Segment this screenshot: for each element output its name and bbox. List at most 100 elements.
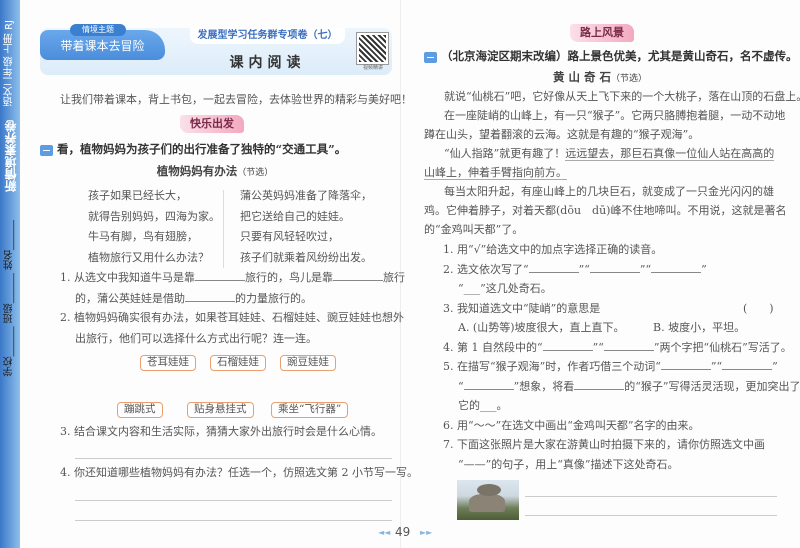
question-text: ”想象，将看	[513, 379, 575, 393]
question-line: 7. 下面这张照片是大家在游黄山时拍摄下来的，请你仿照选文中画	[443, 438, 765, 451]
question-text: 旅行	[383, 271, 405, 284]
qr-code-icon[interactable]	[356, 32, 389, 65]
question-line: 1. 从选文中我知道牛马是靠 旅行的，鸟儿是靠 旅行	[60, 268, 405, 289]
fill-in-blank[interactable]	[722, 358, 773, 370]
series-title: 发展型学习任务群专项卷（七）	[190, 28, 345, 44]
section-two-heading: （北京海淀区期末改编）路上景色优美，尤其是黄山奇石，名不虚传。	[424, 48, 798, 64]
fill-in-blank[interactable]	[333, 269, 383, 281]
question-text: 1. 从选文中我知道牛马是靠	[60, 271, 195, 284]
left-question-4: 4. 你还知道哪些植物妈妈有办法？任选一个，仿照选文第 2 小节写一写。	[60, 466, 418, 479]
poem-line: 孩子们就乘着风纷纷出发。	[240, 250, 372, 264]
option-b[interactable]: B. 坡度小，平坦。	[653, 318, 745, 338]
poem-line: 孩子如果已经长大，	[88, 189, 187, 202]
intro-text: 让我们带着课本，背上书包，一起去冒险，去体验世界的精彩与美好吧！	[60, 93, 412, 106]
fill-in-blank[interactable]	[185, 290, 235, 302]
left-question-3: 3. 结合课文内容和生活实际，猜猜大家外出旅行时会是什么心情。	[60, 425, 382, 438]
question-line: “——”的句子，用上“真像”描述下这处奇石。	[458, 457, 679, 471]
section-two-text: （北京海淀区期末改编）路上景色优美，尤其是黄山奇石，名不虚传。	[441, 49, 798, 63]
question-text: 旅行的，鸟儿是靠	[245, 271, 333, 284]
question-line: 2. 植物妈妈确实很有办法，如果苍耳娃娃、石榴娃娃、豌豆娃娃也想外	[60, 311, 404, 324]
spine-fields: 学校______ 班级______ 姓名______	[4, 220, 15, 377]
book-spine: 语文二年级 上册 RJ 新情境素养卷 学校______ 班级______ 姓名_…	[0, 0, 20, 548]
spine-subject: 语文二年级 上册 RJ	[4, 20, 15, 107]
answer-line[interactable]	[75, 500, 392, 501]
question-text: 5. 在描写“猴子观海”时，作者巧借三个动词“	[443, 360, 661, 373]
fill-in-blank[interactable]	[542, 339, 593, 351]
fill-in-blank[interactable]	[651, 261, 702, 273]
fill-in-blank[interactable]	[528, 261, 579, 273]
paragraph-line: 就说“仙桃石”吧，它好像从天上飞下来的一个大桃子，落在山顶的石盘上。	[444, 90, 800, 103]
answer-line[interactable]	[75, 520, 392, 521]
match-item-pomegranate[interactable]: 石榴娃娃	[210, 355, 266, 371]
poem-line: 就得告别妈妈，四海为家。	[88, 209, 220, 223]
question-text: ”“	[639, 262, 652, 276]
poem-line: 牛马有脚，鸟有翅膀，	[88, 230, 198, 243]
match-method-jumping[interactable]: 蹦跳式	[117, 402, 163, 418]
qr-caption: 视频精讲	[362, 65, 383, 71]
fill-in-blank[interactable]	[589, 261, 640, 273]
fill-in-blank[interactable]	[574, 378, 625, 390]
answer-line[interactable]	[75, 458, 392, 459]
page-number: 49	[395, 525, 411, 539]
question-text: 2. 选文依次写了“	[443, 262, 529, 276]
question-line: 出旅行，他们可以选择什么方式出行呢？连一连。	[75, 331, 317, 345]
left-question-2: 2. 植物妈妈确实很有办法，如果苍耳娃娃、石榴娃娃、豌豆娃娃也想外 出旅行，他们…	[60, 308, 404, 349]
match-method-hanging[interactable]: 贴身悬挂式	[187, 402, 254, 418]
answer-parentheses[interactable]: ( )	[743, 299, 774, 319]
spine-series: 新情境素养卷	[4, 120, 18, 192]
question-text: 3. 我知道选文中“陡峭”的意思是	[443, 301, 601, 315]
section-one-text: 看，植物妈妈为孩子们的出行准备了独特的“交通工具”。	[57, 142, 347, 156]
prev-page-arrow-icon: ◄◄	[378, 528, 391, 537]
poem-left-column: 孩子如果已经长大， 就得告别妈妈，四海为家。 牛马有脚，鸟有翅膀， 植物旅行又用…	[88, 186, 220, 268]
question-text: 的力量旅行的。	[235, 291, 312, 305]
fill-in-blank[interactable]	[660, 358, 711, 370]
poem-right-column: 蒲公英妈妈准备了降落伞， 把它送给自己的娃娃。 只要有风轻轻吹过， 孩子们就乘着…	[240, 186, 372, 268]
paragraph-text: “仙人指路”就更有趣了！	[444, 147, 566, 160]
match-item-pea[interactable]: 豌豆娃娃	[280, 355, 336, 371]
poem-line: 蒲公英妈妈准备了降落伞，	[240, 189, 372, 202]
poem-line: 植物旅行又用什么办法？	[88, 250, 209, 264]
passage-title: 黄 山 奇 石（节选）	[400, 69, 800, 85]
answer-line[interactable]	[525, 496, 777, 497]
paragraph-line: 每当太阳升起，有座山峰上的几块巨石，就变成了一只金光闪闪的雄	[444, 185, 774, 198]
question-line: 6. 用“～～”在选文中画出“金鸡叫天都”名字的由来。	[443, 418, 700, 432]
answer-line[interactable]	[525, 515, 777, 516]
poem-title-text: 植物妈妈有办法	[156, 164, 238, 178]
fill-in-blank[interactable]	[195, 269, 245, 281]
passage-title-text: 黄 山 奇 石	[552, 70, 611, 84]
section-number-icon	[40, 144, 53, 156]
question-text: ”“	[710, 360, 723, 373]
section-badge-roadside-scenery: 路上风景	[570, 24, 634, 42]
question-line: 5. 在描写“猴子观海”时，作者巧借三个动词“ ”“ ”	[443, 357, 800, 377]
poem-note: （节选）	[237, 168, 274, 178]
theme-label: 情境主题	[70, 24, 126, 36]
match-item-cocklebur[interactable]: 苍耳娃娃	[140, 355, 196, 371]
paragraph-line: 的“金鸡叫天都”了。	[424, 223, 524, 236]
underlined-sentence: 远远望去，那巨石真像一位仙人站在高高的	[565, 147, 775, 161]
section-badge-happy-departure: 快乐出发	[180, 115, 244, 133]
poem-line: 只要有风轻轻吹过，	[240, 230, 339, 243]
right-questions: 1. 用“√”给选文中的加点字选择正确的读音。 2. 选文依次写了“ ”“ ”“” …	[443, 240, 800, 474]
paragraph-line: 蹲在山头，望着翻滚的云海。这就是有趣的“猴子观海”。	[424, 128, 700, 141]
paragraph-line: 在一座陡峭的山峰上，有一只“猴子”。它两只胳膊抱着腿，一动不动地	[444, 109, 786, 122]
poem-title: 植物妈妈有办法（节选）	[0, 163, 430, 179]
fill-in-blank[interactable]	[603, 339, 654, 351]
question-line: 它的___。	[458, 399, 508, 412]
poem-line: 把它送给自己的娃娃。	[240, 209, 350, 223]
fill-in-blank[interactable]	[463, 378, 514, 390]
next-page-arrow-icon: ►►	[420, 528, 433, 537]
option-a[interactable]: A. (山势等)坡度很大，直上直下。	[458, 321, 625, 334]
question-line: “___”这几处奇石。	[458, 282, 552, 295]
match-method-flying[interactable]: 乘坐“飞行器”	[271, 402, 349, 418]
question-line: 2. 选文依次写了“ ”“ ”“ ”	[443, 260, 800, 280]
paragraph-line: 鸡。它伸着脖子，对着天都(dōu dū)峰不住地啼叫。不用说，这就是著名	[424, 204, 787, 217]
section-one-heading: 看，植物妈妈为孩子们的出行准备了独特的“交通工具”。	[40, 141, 346, 157]
passage-body: 就说“仙桃石”吧，它好像从天上飞下来的一个大桃子，落在山顶的石盘上。 在一座陡峭…	[424, 87, 800, 239]
question-text: ”“	[592, 340, 604, 354]
question-text: ”	[772, 360, 778, 373]
question-line: 4. 第 1 自然段中的“ ”“ ”两个字把“仙桃石”写活了。	[443, 338, 800, 358]
huangshan-rock-photo	[457, 480, 519, 520]
question-text: ”	[701, 262, 707, 276]
question-text: 4. 第 1 自然段中的“	[443, 340, 543, 354]
underlined-sentence: 山峰上，伸着手臂指向前方。	[424, 166, 567, 180]
